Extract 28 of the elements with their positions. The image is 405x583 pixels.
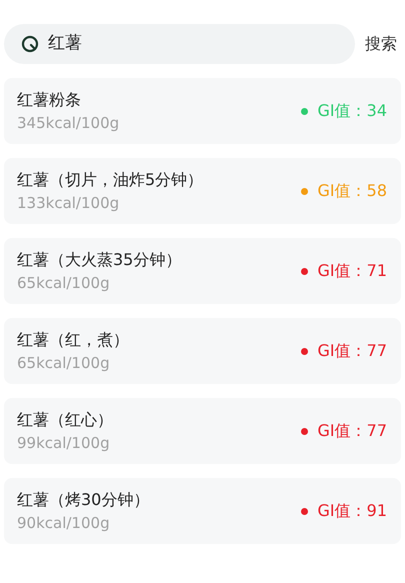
food-name: 红薯粉条 — [17, 89, 82, 111]
food-card[interactable]: 红薯（切片，油炸5分钟） 133kcal/100g GI值：58 — [4, 158, 401, 224]
search-icon — [20, 34, 40, 54]
food-card[interactable]: 红薯（大火蒸35分钟） 65kcal/100g GI值：71 — [4, 238, 401, 304]
gi-value: GI值：91 — [318, 500, 387, 522]
gi-value: GI值：77 — [318, 420, 387, 442]
calorie-text: 65kcal/100g — [17, 353, 111, 373]
food-card[interactable]: 红薯（红心） 99kcal/100g GI值：77 — [4, 398, 401, 464]
calorie-text: 90kcal/100g — [17, 513, 111, 533]
food-name: 红薯（红心） — [17, 409, 113, 431]
gi-value: GI值：71 — [318, 260, 387, 282]
gi-value: GI值：77 — [318, 340, 387, 362]
food-name: 红薯（烤30分钟） — [17, 489, 150, 511]
search-input[interactable]: 红薯 — [48, 31, 355, 57]
search-button[interactable]: 搜索 — [365, 32, 401, 56]
search-field[interactable]: 红薯 — [4, 24, 355, 64]
calorie-text: 65kcal/100g — [17, 273, 111, 293]
gi-value: GI值：58 — [318, 180, 387, 202]
food-name: 红薯（切片，油炸5分钟） — [17, 169, 204, 191]
food-name: 红薯（红，煮） — [17, 329, 129, 351]
food-card[interactable]: 红薯（红，煮） 65kcal/100g GI值：77 — [4, 318, 401, 384]
food-card[interactable]: 红薯（烤30分钟） 90kcal/100g GI值：91 — [4, 478, 401, 544]
food-name: 红薯（大火蒸35分钟） — [17, 249, 182, 271]
calorie-text: 133kcal/100g — [17, 193, 120, 213]
calorie-text: 345kcal/100g — [17, 113, 120, 133]
calorie-text: 99kcal/100g — [17, 433, 111, 453]
gi-value: GI值：34 — [318, 100, 387, 122]
food-card[interactable]: 红薯粉条 345kcal/100g GI值：34 — [4, 78, 401, 144]
